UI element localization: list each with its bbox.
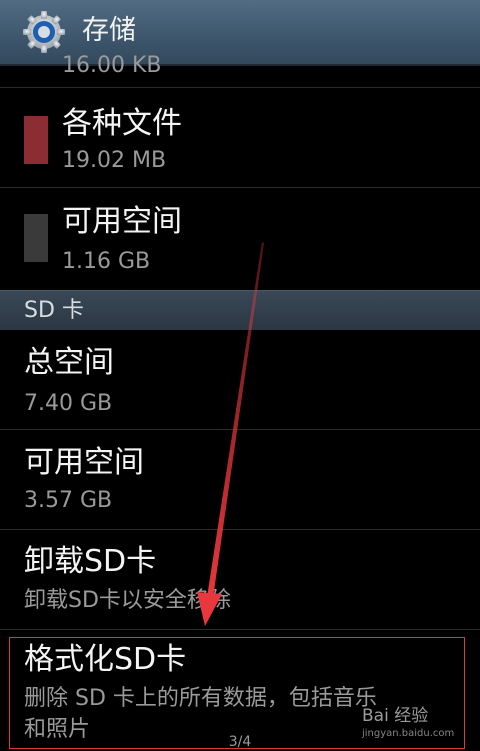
section-header-sd-card: SD 卡 [0, 290, 480, 330]
storage-item-free-space[interactable]: 可用空间 1.16 GB [0, 188, 480, 290]
misc-files-value: 19.02 MB [62, 148, 167, 173]
storage-settings-screen: 存储 16.00 KB 各种文件 19.02 MB 可用空间 1.16 GB S… [0, 0, 480, 751]
unmount-sd-desc: 卸载SD卡以安全移除 [24, 588, 231, 613]
section-title: SD 卡 [24, 298, 84, 323]
free-space-label: 可用空间 [62, 204, 182, 239]
sd-free-label: 可用空间 [24, 445, 144, 480]
sd-free-value: 3.57 GB [24, 488, 113, 513]
settings-gear-icon [22, 10, 66, 54]
misc-files-color-swatch [24, 116, 48, 164]
unmount-sd-label: 卸载SD卡 [24, 544, 157, 579]
partial-storage-value: 16.00 KB [62, 53, 162, 78]
misc-files-label: 各种文件 [62, 106, 182, 141]
free-space-color-swatch [24, 214, 48, 262]
sd-free-space-row[interactable]: 可用空间 3.57 GB [0, 430, 480, 530]
watermark-logo: Bai 经验 [362, 706, 429, 726]
sd-total-value: 7.40 GB [24, 391, 113, 416]
sd-total-space-row[interactable]: 总空间 7.40 GB [0, 330, 480, 430]
unmount-sd-card-button[interactable]: 卸载SD卡 卸载SD卡以安全移除 [0, 530, 480, 630]
free-space-value: 1.16 GB [62, 249, 151, 274]
partial-storage-row[interactable]: 16.00 KB [0, 53, 480, 88]
page-title: 存储 [82, 15, 136, 46]
sd-total-label: 总空间 [24, 345, 114, 380]
storage-item-misc-files[interactable]: 各种文件 19.02 MB [0, 88, 480, 188]
page-indicator: 3/4 [228, 734, 252, 750]
